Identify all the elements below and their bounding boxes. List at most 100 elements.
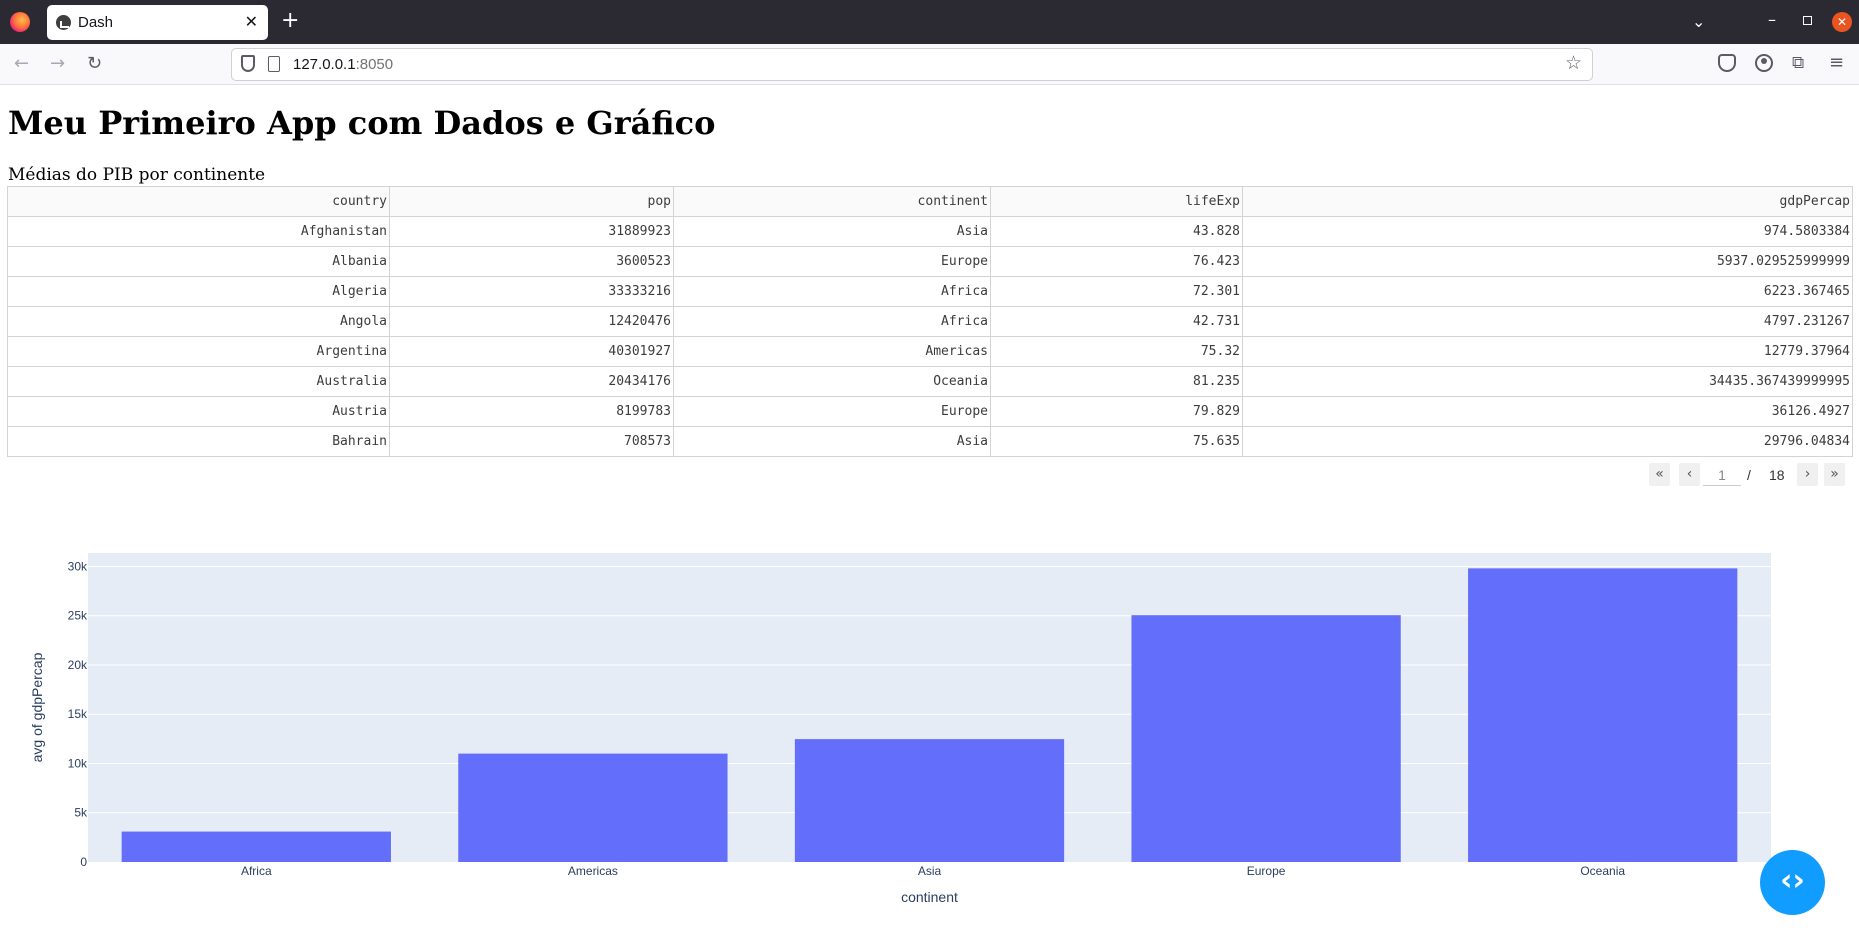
table-row: Afghanistan 31889923 Asia 43.828 974.580… (7, 216, 1853, 247)
table-cell[interactable]: 31889923 (389, 216, 674, 247)
table-cell[interactable]: 3600523 (389, 246, 674, 277)
reload-icon[interactable]: ↻ (87, 53, 102, 75)
pocket-icon[interactable] (1718, 54, 1736, 72)
page-info-icon[interactable] (268, 56, 280, 72)
bar-asia[interactable] (794, 739, 1065, 862)
page-separator: / (1747, 467, 1751, 483)
table-row: Albania 3600523 Europe 76.423 5937.02952… (7, 246, 1853, 277)
bar-europe[interactable] (1131, 615, 1401, 862)
table-cell[interactable]: 33333216 (389, 276, 674, 307)
tracking-protection-shield-icon[interactable] (241, 55, 255, 72)
table-cell[interactable]: 708573 (389, 426, 674, 457)
current-page-input[interactable] (1703, 465, 1741, 486)
browser-tab-bar: Dash ✕ + ⌄ – ✕ (0, 0, 1859, 44)
url-bar[interactable]: 127.0.0.1:8050 ☆ (231, 48, 1593, 81)
url-port: :8050 (355, 56, 394, 73)
table-cell[interactable]: 36126.4927 (1242, 396, 1853, 427)
table-cell[interactable]: 72.301 (990, 276, 1243, 307)
new-tab-icon[interactable]: + (281, 9, 299, 33)
dash-favicon-icon (56, 15, 71, 30)
table-cell[interactable]: Africa (673, 306, 991, 337)
url-host: 127.0.0.1 (293, 56, 356, 73)
firefox-logo-icon[interactable] (10, 12, 30, 32)
column-header-continent[interactable]: continent (673, 186, 991, 217)
close-tab-icon[interactable]: ✕ (245, 12, 258, 32)
table-cell[interactable]: Asia (673, 216, 991, 247)
y-axis-ticks: 0 5k 10k 15k 20k 25k 30k (68, 559, 88, 869)
table-cell[interactable]: Americas (673, 336, 991, 367)
x-tick-label: Oceania (1580, 864, 1625, 878)
forward-arrow-icon[interactable]: → (50, 53, 65, 75)
table-cell[interactable]: 5937.029525999999 (1242, 246, 1853, 277)
table-cell[interactable]: Australia (7, 366, 390, 397)
table-cell[interactable]: Asia (673, 426, 991, 457)
table-row: Australia 20434176 Oceania 81.235 34435.… (7, 366, 1853, 397)
table-cell[interactable]: 76.423 (990, 246, 1243, 277)
column-header-lifeexp[interactable]: lifeExp (990, 186, 1243, 217)
table-cell[interactable]: 4797.231267 (1242, 306, 1853, 337)
bar-oceania[interactable] (1468, 568, 1738, 862)
minimize-window-icon[interactable]: – (1768, 10, 1776, 29)
table-cell[interactable]: 6223.367465 (1242, 276, 1853, 307)
table-cell[interactable]: 12779.37964 (1242, 336, 1853, 367)
x-axis-ticks: Africa Americas Asia Europe Oceania (241, 864, 1625, 878)
y-axis-label: avg of gdpPercap (29, 652, 45, 762)
table-cell[interactable]: Angola (7, 306, 390, 337)
table-cell[interactable]: 75.32 (990, 336, 1243, 367)
table-cell[interactable]: 8199783 (389, 396, 674, 427)
table-cell[interactable]: Argentina (7, 336, 390, 367)
hamburger-menu-icon[interactable]: ≡ (1829, 54, 1847, 72)
table-cell[interactable]: Europe (673, 396, 991, 427)
y-tick-label: 15k (68, 707, 88, 721)
back-arrow-icon[interactable]: ← (14, 53, 29, 75)
tab-dash[interactable]: Dash ✕ (47, 5, 268, 40)
table-cell[interactable]: Albania (7, 246, 390, 277)
list-all-tabs-icon[interactable]: ⌄ (1692, 12, 1705, 31)
bar-americas[interactable] (458, 753, 728, 862)
page-subtitle: Médias do PIB por continente (8, 165, 266, 185)
table-cell[interactable]: 34435.367439999995 (1242, 366, 1853, 397)
table-cell[interactable]: 974.5803384 (1242, 216, 1853, 247)
table-cell[interactable]: Africa (673, 276, 991, 307)
restore-window-icon[interactable] (1803, 16, 1812, 25)
previous-page-icon[interactable]: ‹ (1679, 463, 1700, 486)
x-axis-label: continent (901, 889, 958, 905)
close-window-icon[interactable]: ✕ (1832, 12, 1852, 32)
y-tick-label: 5k (74, 806, 88, 820)
table-cell[interactable]: 29796.04834 (1242, 426, 1853, 457)
total-pages: 18 (1769, 467, 1785, 483)
table-cell[interactable]: 42.731 (990, 306, 1243, 337)
table-cell[interactable]: 40301927 (389, 336, 674, 367)
page-title: Meu Primeiro App com Dados e Gráfico (8, 104, 716, 142)
y-tick-label: 25k (68, 609, 88, 623)
extensions-icon[interactable]: ⧉ (1792, 54, 1810, 72)
table-cell[interactable]: Austria (7, 396, 390, 427)
column-header-gdppercap[interactable]: gdpPercap (1242, 186, 1853, 217)
gdp-bar-chart: 0 5k 10k 15k 20k 25k 30k Africa Americas Asia Eur… (0, 540, 1859, 920)
table-cell[interactable]: Afghanistan (7, 216, 390, 247)
next-page-icon[interactable]: › (1797, 463, 1818, 486)
table-row: Angola 12420476 Africa 42.731 4797.23126… (7, 306, 1853, 337)
y-tick-label: 10k (68, 756, 88, 770)
first-page-icon[interactable]: « (1649, 463, 1670, 486)
table-cell[interactable]: 81.235 (990, 366, 1243, 397)
x-tick-label: Americas (568, 864, 618, 878)
account-icon[interactable] (1755, 54, 1773, 72)
dash-devtools-button[interactable]: ‹› (1760, 850, 1825, 915)
bar-africa[interactable] (121, 831, 391, 862)
last-page-icon[interactable]: » (1824, 463, 1845, 486)
column-header-pop[interactable]: pop (389, 186, 674, 217)
table-cell[interactable]: 79.829 (990, 396, 1243, 427)
data-table: country pop continent lifeExp gdpPercap … (7, 186, 1853, 457)
table-cell[interactable]: Europe (673, 246, 991, 277)
table-cell[interactable]: Algeria (7, 276, 390, 307)
bookmark-star-icon[interactable]: ☆ (1565, 52, 1582, 74)
table-cell[interactable]: 12420476 (389, 306, 674, 337)
table-cell[interactable]: 75.635 (990, 426, 1243, 457)
y-tick-label: 30k (68, 559, 88, 573)
column-header-country[interactable]: country (7, 186, 390, 217)
table-cell[interactable]: 43.828 (990, 216, 1243, 247)
table-cell[interactable]: Bahrain (7, 426, 390, 457)
table-cell[interactable]: Oceania (673, 366, 991, 397)
table-cell[interactable]: 20434176 (389, 366, 674, 397)
